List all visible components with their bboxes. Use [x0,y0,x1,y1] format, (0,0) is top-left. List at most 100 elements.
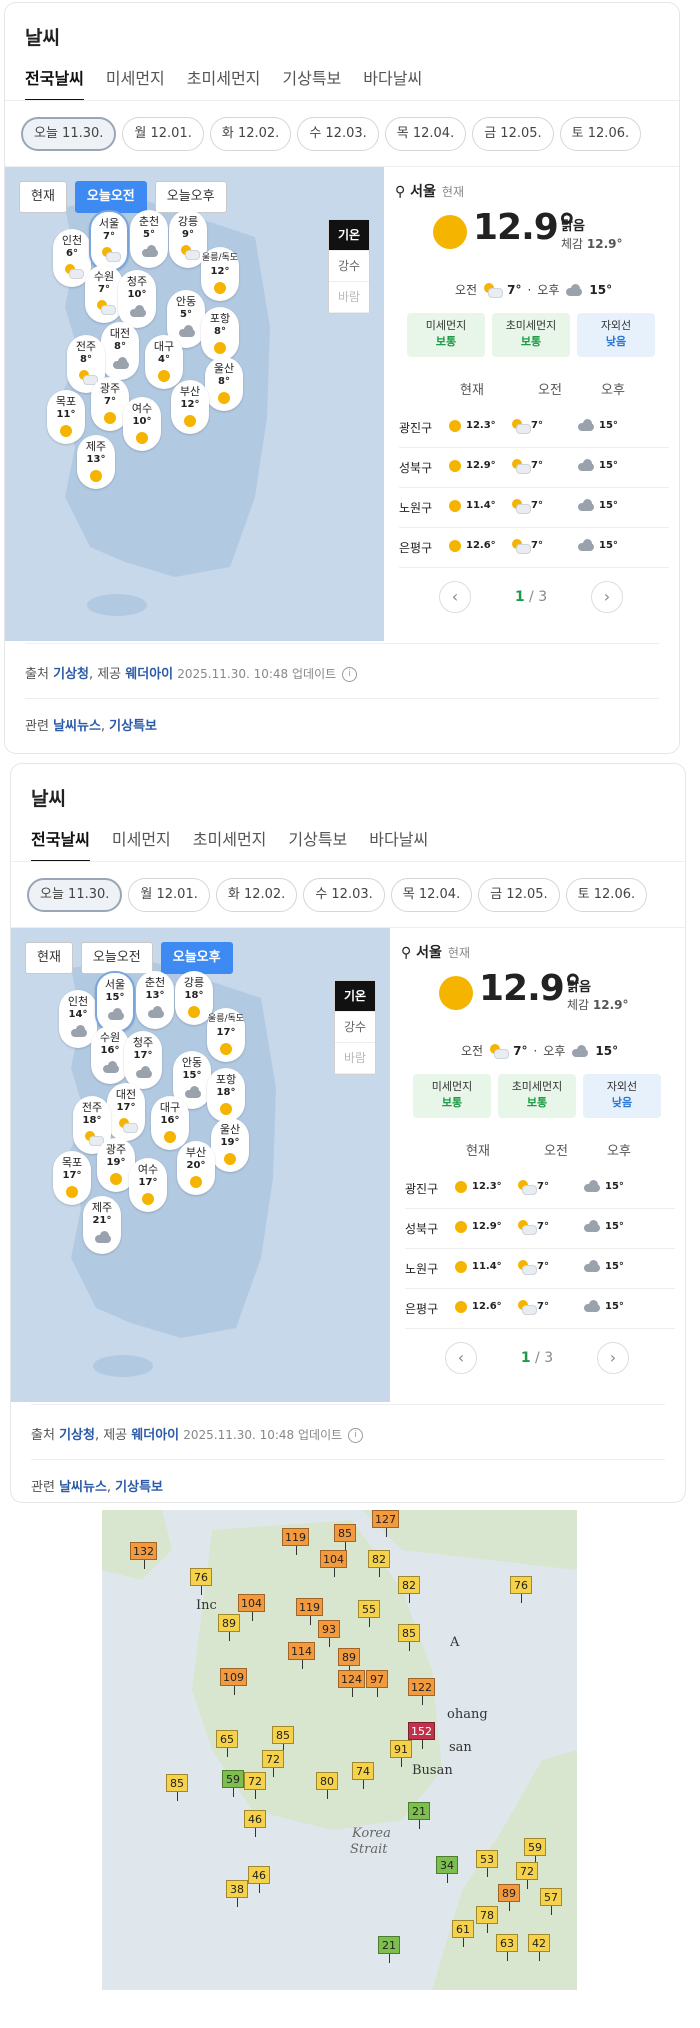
day-today[interactable]: 오늘 11.30. [21,117,117,151]
aqi-marker[interactable]: 104 [320,1550,347,1577]
layer-temperature[interactable]: 기온 [335,981,375,1012]
aqi-marker[interactable]: 104 [238,1594,265,1621]
aqi-marker[interactable]: 85 [398,1624,420,1651]
aqi-marker[interactable]: 109 [220,1668,247,1695]
source-link[interactable]: 기상청 [53,667,89,682]
district-row[interactable]: 노원구 11.4° 7° 15° [405,1248,675,1289]
day-thu[interactable]: 목 12.04. [384,117,467,151]
city-pin-yeosu[interactable]: 여수 10° [123,397,161,451]
aqi-marker[interactable]: 21 [378,1936,400,1963]
aqi-marker[interactable]: 74 [352,1762,374,1789]
city-pin-mokpo[interactable]: 목포 11° [47,390,85,444]
aqi-marker[interactable]: 61 [452,1920,474,1947]
tab-ultrafine-dust[interactable]: 초미세먼지 [193,826,267,862]
day-fri[interactable]: 금 12.05. [478,878,560,912]
location-title[interactable]: ⚲ 서울 현재 [395,181,464,201]
aqi-marker[interactable]: 93 [318,1620,340,1647]
air-quality-map[interactable]: Inc A ohang san Busan Korea Strait 132 7… [102,1510,577,1990]
aqi-marker[interactable]: 85 [272,1726,294,1753]
aqi-marker[interactable]: 72 [262,1750,284,1777]
city-pin-pohang[interactable]: 포항 8° [201,307,239,361]
tab-fine-dust[interactable]: 미세먼지 [106,65,165,101]
district-row[interactable]: 성북구 12.9° 7° 15° [405,1208,675,1249]
aqi-marker[interactable]: 59 [222,1770,244,1797]
mode-am-button[interactable]: 오늘오전 [74,181,147,213]
city-pin-daejeon[interactable]: 대전 17° [107,1083,145,1141]
aqi-marker[interactable]: 91 [390,1740,412,1767]
mode-pm-button[interactable]: 오늘오후 [160,942,233,974]
city-pin-chuncheon[interactable]: 춘천 5° [130,210,168,268]
tab-marine-weather[interactable]: 바다날씨 [369,826,428,862]
prev-page-button[interactable]: ‹ [445,1342,477,1374]
aqi-marker[interactable]: 85 [334,1524,356,1551]
source-link[interactable]: 기상청 [59,1428,95,1443]
city-pin-busan[interactable]: 부산 12° [171,380,209,434]
city-pin-jeju[interactable]: 제주 21° [83,1196,121,1254]
city-pin-chuncheon[interactable]: 춘천 13° [136,971,174,1029]
city-pin-ulsan[interactable]: 울산 8° [205,357,243,411]
tab-fine-dust[interactable]: 미세먼지 [112,826,171,862]
related-alerts-link[interactable]: 기상특보 [109,719,157,734]
city-pin-ulsan[interactable]: 울산 19° [211,1118,249,1172]
mode-pm-button[interactable]: 오늘오후 [154,181,227,213]
aqi-marker[interactable]: 80 [316,1772,338,1799]
city-pin-cheongju[interactable]: 청주 10° [118,270,156,328]
district-row[interactable]: 광진구 12.3° 7° 15° [399,407,669,448]
city-pin-ulleung[interactable]: 울릉/독도 12° [201,247,239,301]
info-icon[interactable]: i [348,1428,364,1443]
district-row[interactable]: 광진구 12.3° 7° 15° [405,1168,675,1209]
ultrafine-dust-chip[interactable]: 초미세먼지 보통 [498,1074,576,1118]
aqi-marker[interactable]: 122 [408,1678,435,1705]
layer-precipitation[interactable]: 강수 [329,251,369,282]
aqi-marker[interactable]: 63 [496,1934,518,1961]
day-tue[interactable]: 화 12.02. [209,117,292,151]
city-pin-pohang[interactable]: 포항 18° [207,1068,245,1122]
related-news-link[interactable]: 날씨뉴스 [53,719,101,734]
city-pin-mokpo[interactable]: 목포 17° [53,1151,91,1205]
aqi-marker[interactable]: 114 [288,1642,315,1669]
aqi-marker[interactable]: 42 [528,1934,550,1961]
city-pin-seoul[interactable]: 서울 7° [89,210,129,272]
day-tue[interactable]: 화 12.02. [215,878,298,912]
day-today[interactable]: 오늘 11.30. [27,878,123,912]
aqi-marker[interactable]: 89 [218,1614,240,1641]
aqi-marker[interactable]: 89 [338,1648,360,1675]
aqi-marker[interactable]: 21 [408,1802,430,1829]
city-pin-ulleung[interactable]: 울릉/독도 17° [207,1008,245,1062]
city-pin-cheongju[interactable]: 청주 17° [124,1031,162,1089]
tab-national-weather[interactable]: 전국날씨 [25,65,84,101]
aqi-marker[interactable]: 119 [282,1528,309,1555]
aqi-marker[interactable]: 82 [398,1576,420,1603]
related-news-link[interactable]: 날씨뉴스 [59,1480,107,1495]
aqi-marker[interactable]: 55 [358,1600,380,1627]
day-wed[interactable]: 수 12.03. [303,878,385,912]
aqi-marker[interactable]: 76 [510,1576,532,1603]
city-pin-seoul[interactable]: 서울 15° [95,971,135,1033]
layer-wind[interactable]: 바람 [335,1043,375,1074]
korea-weather-map[interactable]: 현재 오늘오전 오늘오후 기온 강수 바람 인천 6° 서울 7° 춘천 5° 강릉 9… [5,167,384,641]
tab-weather-alerts[interactable]: 기상특보 [288,826,347,862]
aqi-marker[interactable]: 124 [338,1670,365,1697]
aqi-marker[interactable]: 119 [296,1598,323,1625]
district-row[interactable]: 은평구 12.6° 7° 15° [399,527,669,568]
day-fri[interactable]: 금 12.05. [472,117,554,151]
aqi-marker[interactable]: 46 [244,1810,266,1837]
day-sat[interactable]: 토 12.06. [559,117,642,151]
info-icon[interactable]: i [342,667,358,682]
aqi-marker[interactable]: 127 [372,1510,399,1537]
day-sat[interactable]: 토 12.06. [565,878,648,912]
aqi-marker[interactable]: 34 [436,1856,458,1883]
aqi-marker[interactable]: 72 [244,1772,266,1799]
next-page-button[interactable]: › [591,581,623,613]
day-wed[interactable]: 수 12.03. [297,117,379,151]
layer-wind[interactable]: 바람 [329,282,369,313]
day-mon[interactable]: 월 12.01. [122,117,204,151]
district-row[interactable]: 성북구 12.9° 7° 15° [399,447,669,488]
city-pin-jeju[interactable]: 제주 13° [77,435,115,489]
aqi-marker[interactable]: 38 [226,1880,248,1907]
mode-now-button[interactable]: 현재 [25,942,73,974]
aqi-marker[interactable]: 132 [130,1542,157,1569]
aqi-marker[interactable]: 59 [524,1838,546,1865]
fine-dust-chip[interactable]: 미세먼지 보통 [413,1074,491,1118]
aqi-marker[interactable]: 53 [476,1850,498,1877]
